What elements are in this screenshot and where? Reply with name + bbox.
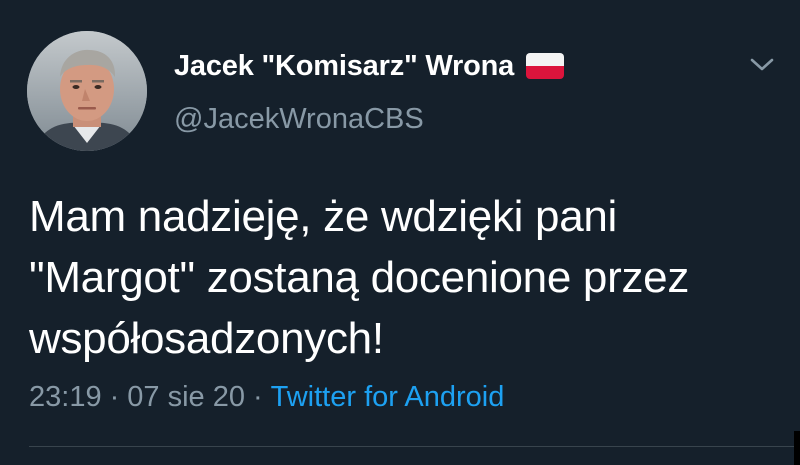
author-avatar[interactable] xyxy=(27,31,147,151)
tweet-text-line: współosadzonych! xyxy=(29,314,384,363)
meta-separator: · xyxy=(252,381,263,413)
tweet-text: Mam nadzieję, że wdzięki pani "Margot" z… xyxy=(29,186,789,369)
scrollbar[interactable] xyxy=(794,431,800,465)
tweet-source-link[interactable]: Twitter for Android xyxy=(271,381,505,414)
tweet-text-line: "Margot" zostaną docenione przez xyxy=(29,253,690,302)
tweet-time[interactable]: 23:19 xyxy=(29,381,102,414)
author-handle[interactable]: @JacekWronaCBS xyxy=(174,103,424,136)
tweet-card: Jacek "Komisarz" Wrona @JacekWronaCBS Ma… xyxy=(0,0,800,465)
tweet-meta: 23:19 · 07 sie 20 · Twitter for Android xyxy=(29,381,504,414)
author-display-name[interactable]: Jacek "Komisarz" Wrona xyxy=(174,50,514,83)
divider xyxy=(29,446,800,447)
chevron-down-icon[interactable] xyxy=(748,54,776,74)
tweet-date[interactable]: 07 sie 20 xyxy=(127,381,245,414)
poland-flag-icon xyxy=(526,53,565,79)
user-avatar-icon xyxy=(27,31,147,151)
meta-separator: · xyxy=(109,381,120,413)
tweet-text-line: Mam nadzieję, że wdzięki pani xyxy=(29,192,618,241)
author-name-row[interactable]: Jacek "Komisarz" Wrona xyxy=(174,48,565,84)
